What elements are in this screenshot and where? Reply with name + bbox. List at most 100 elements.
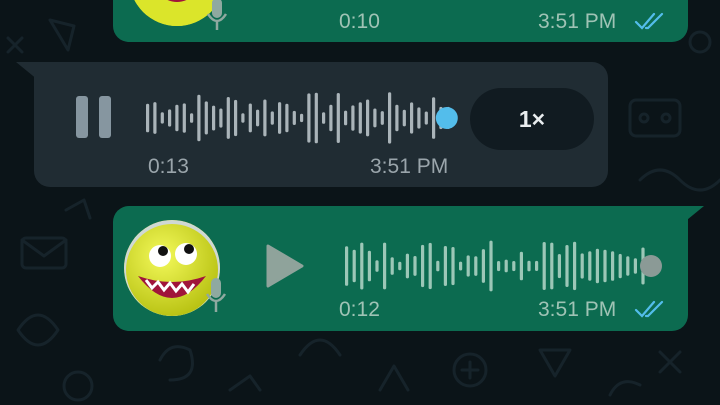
- waveform-bar: [489, 240, 493, 292]
- waveform-bar: [388, 92, 392, 144]
- waveform-bar: [314, 92, 318, 144]
- waveform-bar: [588, 251, 592, 281]
- playback-position-knob: [435, 107, 458, 129]
- waveform-bar: [344, 110, 348, 126]
- waveform-bar: [278, 102, 282, 134]
- waveform-bar: [234, 99, 238, 137]
- voice-duration: 0:10: [339, 10, 380, 33]
- waveform-bar: [565, 245, 569, 287]
- waveform-bar: [360, 242, 364, 290]
- waveform-bar: [451, 247, 455, 286]
- waveform-bar: [512, 261, 516, 272]
- waveform-bar: [197, 94, 201, 142]
- waveform-bar: [146, 103, 150, 133]
- waveform-bar: [336, 93, 340, 143]
- waveform-bar: [542, 242, 546, 290]
- waveform-bar: [168, 109, 172, 127]
- waveform-bar: [421, 244, 425, 288]
- waveform-bar: [256, 109, 260, 127]
- waveform-bar: [380, 111, 384, 125]
- waveform-bar: [459, 261, 463, 271]
- waveform-bar: [504, 259, 508, 273]
- waveform-bar: [219, 108, 223, 128]
- waveform-bar: [383, 242, 387, 290]
- waveform-bar: [603, 249, 607, 283]
- waveform-bar: [270, 111, 274, 125]
- waveform-bar: [611, 251, 615, 281]
- voice-duration: 0:12: [339, 298, 380, 321]
- pause-icon[interactable]: [76, 96, 112, 138]
- double-check-icon: [634, 12, 664, 30]
- waveform-bar: [580, 253, 584, 279]
- double-check-icon: [634, 300, 664, 318]
- waveform-bar: [428, 242, 432, 290]
- message-time: 3:51 PM: [538, 298, 617, 321]
- waveform-bar: [248, 103, 252, 133]
- waveform-bar: [573, 241, 577, 291]
- waveform-bar: [497, 261, 501, 272]
- waveform-bar: [153, 102, 157, 134]
- outgoing-voice-message[interactable]: 0:12 3:51 PM: [113, 206, 688, 331]
- voice-waveform[interactable]: [144, 90, 468, 146]
- waveform-bar: [550, 242, 554, 290]
- waveform-bar: [263, 99, 267, 137]
- waveform-bar: [182, 103, 186, 133]
- waveform-bar: [626, 256, 630, 276]
- waveform-bar: [160, 112, 164, 124]
- waveform-bar: [366, 99, 370, 137]
- waveform-bar: [367, 250, 371, 282]
- waveform-bar: [535, 260, 539, 271]
- waveform-bar: [432, 97, 436, 139]
- waveform-bar: [595, 248, 599, 284]
- waveform-bar: [204, 101, 208, 135]
- voice-duration: 0:13: [148, 155, 189, 178]
- playback-speed-button[interactable]: 1×: [470, 88, 594, 150]
- waveform-bar: [527, 260, 531, 272]
- waveform-bar: [390, 257, 394, 275]
- waveform-bar: [481, 249, 485, 283]
- waveform-bar: [241, 113, 245, 123]
- voice-waveform[interactable]: [343, 238, 663, 294]
- waveform-bar: [398, 261, 402, 271]
- message-time: 3:51 PM: [370, 155, 449, 178]
- waveform-bar: [519, 251, 523, 281]
- waveform-bar: [618, 253, 622, 279]
- waveform-bar: [402, 109, 406, 127]
- waveform-bar: [557, 254, 561, 279]
- play-icon[interactable]: [266, 244, 304, 288]
- outgoing-voice-message[interactable]: 0:10 3:51 PM: [113, 0, 688, 42]
- waveform-bar: [443, 246, 447, 286]
- playback-position-knob: [640, 255, 662, 277]
- incoming-voice-message[interactable]: 1× 0:13 3:51 PM: [34, 62, 608, 187]
- waveform-bar: [466, 255, 470, 277]
- waveform-bar: [190, 113, 194, 123]
- waveform-bar: [358, 102, 362, 134]
- waveform-bar: [417, 107, 421, 129]
- waveform-bar: [474, 256, 478, 276]
- chat-wallpaper: [6, 18, 720, 402]
- waveform-bar: [375, 260, 379, 272]
- waveform-bar: [212, 105, 216, 131]
- message-time: 3:51 PM: [538, 10, 617, 33]
- waveform-bar: [175, 104, 179, 132]
- waveform-bar: [405, 253, 409, 279]
- waveform-bar: [633, 258, 637, 274]
- waveform-bar: [285, 103, 289, 133]
- waveform-bar: [352, 249, 356, 283]
- mic-icon: [206, 0, 228, 30]
- waveform-bar: [351, 105, 355, 131]
- waveform-bar: [322, 112, 326, 124]
- mic-icon: [205, 278, 227, 312]
- waveform-bar: [395, 104, 399, 132]
- waveform-bar: [300, 113, 304, 123]
- waveform-bar: [226, 97, 230, 139]
- waveform-bar: [292, 110, 296, 125]
- waveform-bar: [410, 102, 414, 134]
- waveform-bar: [436, 260, 440, 272]
- waveform-bar: [413, 256, 417, 276]
- waveform-bar: [373, 108, 377, 128]
- waveform-bar: [345, 246, 349, 286]
- waveform-bar: [424, 111, 428, 125]
- waveform-bar: [329, 104, 333, 132]
- waveform-bar: [307, 93, 311, 143]
